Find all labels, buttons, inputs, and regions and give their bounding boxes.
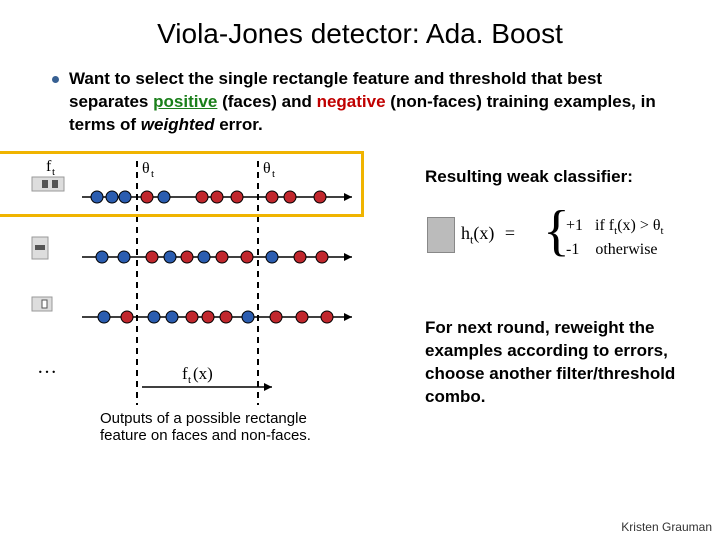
case2-rest: otherwise bbox=[595, 241, 657, 258]
diagram: f t θ t θ t bbox=[12, 155, 382, 420]
eq-cases: +1 if ft(x) > θt -1 otherwise bbox=[566, 215, 664, 262]
svg-text:(x): (x) bbox=[193, 364, 213, 383]
bullet-item: Want to select the single rectangle feat… bbox=[30, 68, 690, 137]
positive-word: positive bbox=[153, 92, 217, 111]
case1-val: +1 bbox=[566, 217, 583, 234]
portrait-thumbnail bbox=[427, 217, 455, 253]
bullet-mid1: (faces) and bbox=[217, 92, 316, 111]
highlight-box bbox=[0, 151, 364, 217]
resulting-label: Resulting weak classifier: bbox=[425, 167, 720, 187]
bullet-dot-icon bbox=[52, 76, 59, 83]
svg-text:t: t bbox=[188, 374, 191, 386]
eq-lhs: ht(x) = bbox=[461, 223, 521, 248]
slide: Viola-Jones detector: Ada. Boost Want to… bbox=[0, 0, 720, 540]
eq-h-arg: (x) bbox=[473, 223, 494, 243]
weak-classifier-equation: ht(x) = { +1 if ft(x) > θt -1 otherwise bbox=[431, 207, 720, 267]
case1-sub2: t bbox=[661, 225, 664, 237]
case1-if: if f bbox=[595, 217, 614, 234]
eq-equals: = bbox=[505, 223, 515, 243]
slide-title: Viola-Jones detector: Ada. Boost bbox=[30, 18, 690, 50]
credit: Kristen Grauman bbox=[621, 520, 712, 534]
weighted-word: weighted bbox=[141, 115, 215, 134]
diagram-caption: Outputs of a possible rectangle feature … bbox=[100, 410, 320, 444]
eq-h: h bbox=[461, 223, 470, 243]
right-column: Resulting weak classifier: ht(x) = { +1 … bbox=[425, 167, 720, 409]
negative-word: negative bbox=[317, 92, 386, 111]
next-round-text: For next round, reweight the examples ac… bbox=[425, 317, 720, 409]
vertical-dots: … bbox=[37, 356, 57, 378]
case2-val: -1 bbox=[566, 241, 579, 258]
bullet-post: error. bbox=[214, 115, 262, 134]
content-area: f t θ t θ t bbox=[30, 155, 690, 485]
bullet-text: Want to select the single rectangle feat… bbox=[69, 68, 670, 137]
case1-rest: (x) > θ bbox=[617, 217, 660, 234]
